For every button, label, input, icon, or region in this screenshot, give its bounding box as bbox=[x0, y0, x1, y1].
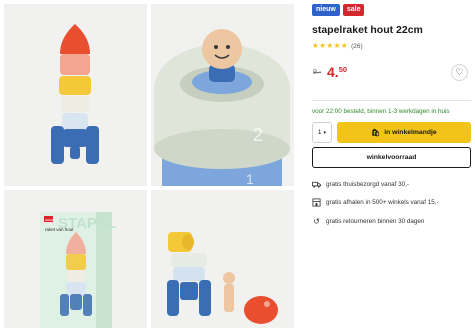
product-photo-rocket[interactable] bbox=[4, 4, 147, 186]
product-photo-packaging[interactable]: HEMA raket van hout STAPEL bbox=[4, 190, 147, 328]
shopping-bag-icon: 🛍 bbox=[371, 129, 381, 137]
usp-returns-text: gratis retourneren binnen 30 dagen bbox=[326, 218, 425, 225]
add-to-cart-button[interactable]: 🛍 in winkelmandje bbox=[337, 122, 471, 143]
price-decimal: 50 bbox=[338, 65, 348, 74]
product-title: stapelraket hout 22cm bbox=[312, 24, 423, 36]
price-integer: 4. bbox=[327, 64, 339, 80]
usp-pickup-text: gratis afhalen in 500+ winkels vanaf 15,… bbox=[326, 199, 439, 206]
quantity-select[interactable]: 1 ▾ bbox=[312, 122, 332, 143]
product-photo-closeup[interactable]: 2 1 bbox=[151, 4, 294, 186]
store-icon bbox=[312, 198, 321, 207]
closeup-digit-1: 1 bbox=[246, 171, 254, 186]
box-brand: HEMA bbox=[45, 218, 54, 222]
favorite-heart-icon[interactable]: ♡ bbox=[451, 64, 468, 81]
product-gallery: 2 1 HEMA raket van hout STAPEL bbox=[0, 0, 300, 328]
review-count[interactable]: (26) bbox=[351, 43, 363, 50]
new-badge: nieuw bbox=[312, 4, 340, 16]
store-stock-label: winkelvoorraad bbox=[366, 154, 417, 161]
current-price: 4.50 bbox=[327, 64, 347, 82]
usp-shipping: gratis thuisbezorgd vanaf 30,- bbox=[312, 180, 409, 189]
closeup-digit-2: 2 bbox=[253, 125, 263, 145]
usp-pickup: gratis afhalen in 500+ winkels vanaf 15,… bbox=[312, 198, 439, 207]
closeup-illustration: 2 1 bbox=[151, 4, 294, 186]
packaging-illustration: HEMA raket van hout STAPEL bbox=[4, 190, 147, 328]
store-stock-button[interactable]: winkelvoorraad bbox=[312, 147, 471, 168]
box-wordmark: STAPEL bbox=[58, 215, 116, 232]
rating[interactable]: ★★★★★ (26) bbox=[312, 42, 472, 50]
usp-returns: ↺ gratis retourneren binnen 30 dagen bbox=[312, 217, 424, 226]
divider bbox=[312, 100, 471, 101]
return-icon: ↺ bbox=[313, 217, 320, 226]
rocket-illustration bbox=[4, 4, 147, 186]
rating-stars-icon: ★★★★★ bbox=[312, 41, 349, 50]
usp-shipping-text: gratis thuisbezorgd vanaf 30,- bbox=[326, 181, 409, 188]
old-price: 9.- bbox=[313, 69, 322, 76]
parts-illustration bbox=[151, 190, 294, 328]
price-row: 9.- 4.50 ♡ bbox=[312, 64, 472, 82]
delivery-info: voor 22:00 besteld, binnen 1-3 werkdagen… bbox=[312, 108, 450, 115]
product-photo-parts[interactable] bbox=[151, 190, 294, 328]
chevron-down-icon: ▾ bbox=[323, 129, 327, 136]
badge-group: nieuw sale bbox=[312, 4, 472, 16]
quantity-value: 1 bbox=[317, 129, 322, 136]
sale-badge: sale bbox=[342, 4, 365, 16]
product-info: nieuw sale stapelraket hout 22cm ★★★★★ (… bbox=[312, 4, 472, 82]
truck-icon bbox=[312, 180, 321, 189]
add-to-cart-label: in winkelmandje bbox=[384, 129, 437, 136]
